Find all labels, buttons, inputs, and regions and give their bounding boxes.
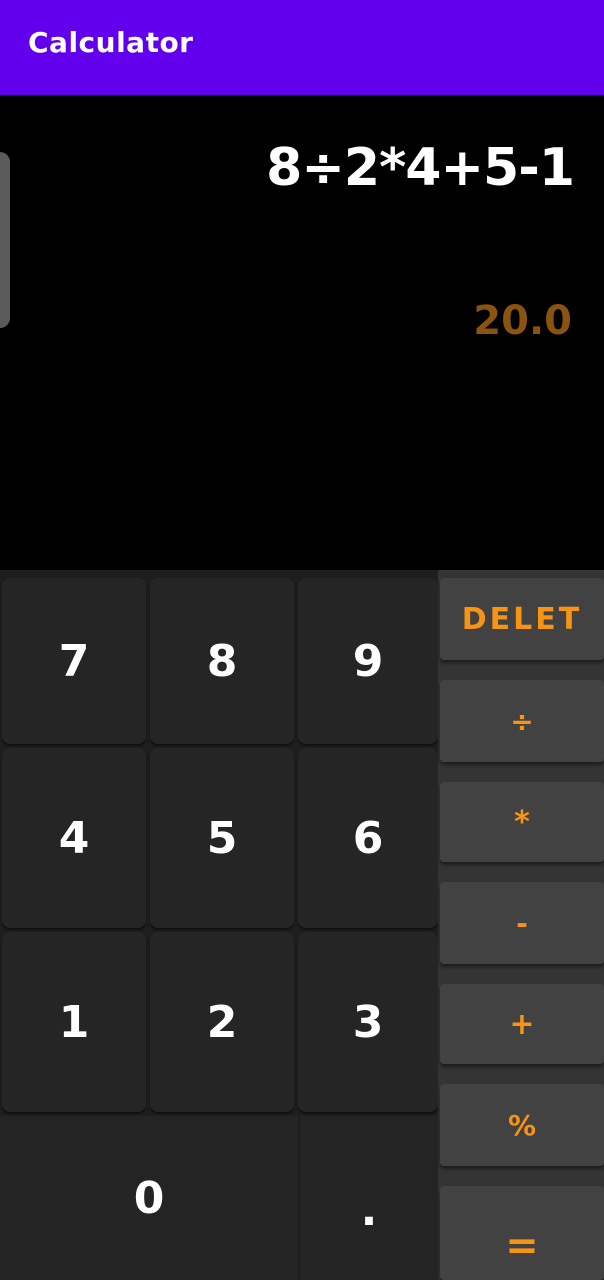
multiply-button[interactable]: * — [440, 782, 604, 862]
calculator-app: Calculator 8÷2*4+5-1 20.0 7 8 9 4 5 6 1 … — [0, 0, 604, 1280]
digit-4-button[interactable]: 4 — [2, 748, 146, 928]
expression-text: 8÷2*4+5-1 — [266, 138, 575, 198]
digit-2-button[interactable]: 2 — [150, 932, 294, 1112]
decimal-point-button[interactable]: . — [300, 1116, 438, 1280]
digit-0-button[interactable]: 0 — [0, 1116, 298, 1280]
edge-handle[interactable] — [0, 152, 10, 328]
app-bar: Calculator — [0, 0, 604, 95]
digit-7-button[interactable]: 7 — [2, 578, 146, 744]
digit-3-button[interactable]: 3 — [298, 932, 438, 1112]
digit-6-button[interactable]: 6 — [298, 748, 438, 928]
digit-9-button[interactable]: 9 — [298, 578, 438, 744]
operator-column: DELET ÷ * - + % = — [438, 570, 604, 1280]
delete-button[interactable]: DELET — [440, 578, 604, 660]
digit-5-button[interactable]: 5 — [150, 748, 294, 928]
divide-button[interactable]: ÷ — [440, 680, 604, 762]
digit-8-button[interactable]: 8 — [150, 578, 294, 744]
result-text: 20.0 — [473, 298, 572, 344]
add-button[interactable]: + — [440, 984, 604, 1064]
subtract-button[interactable]: - — [440, 882, 604, 964]
digit-1-button[interactable]: 1 — [2, 932, 146, 1112]
equals-button[interactable]: = — [440, 1186, 604, 1280]
percent-button[interactable]: % — [440, 1084, 604, 1166]
number-keypad: 7 8 9 4 5 6 1 2 3 0 . — [0, 570, 438, 1280]
app-title: Calculator — [28, 26, 194, 59]
